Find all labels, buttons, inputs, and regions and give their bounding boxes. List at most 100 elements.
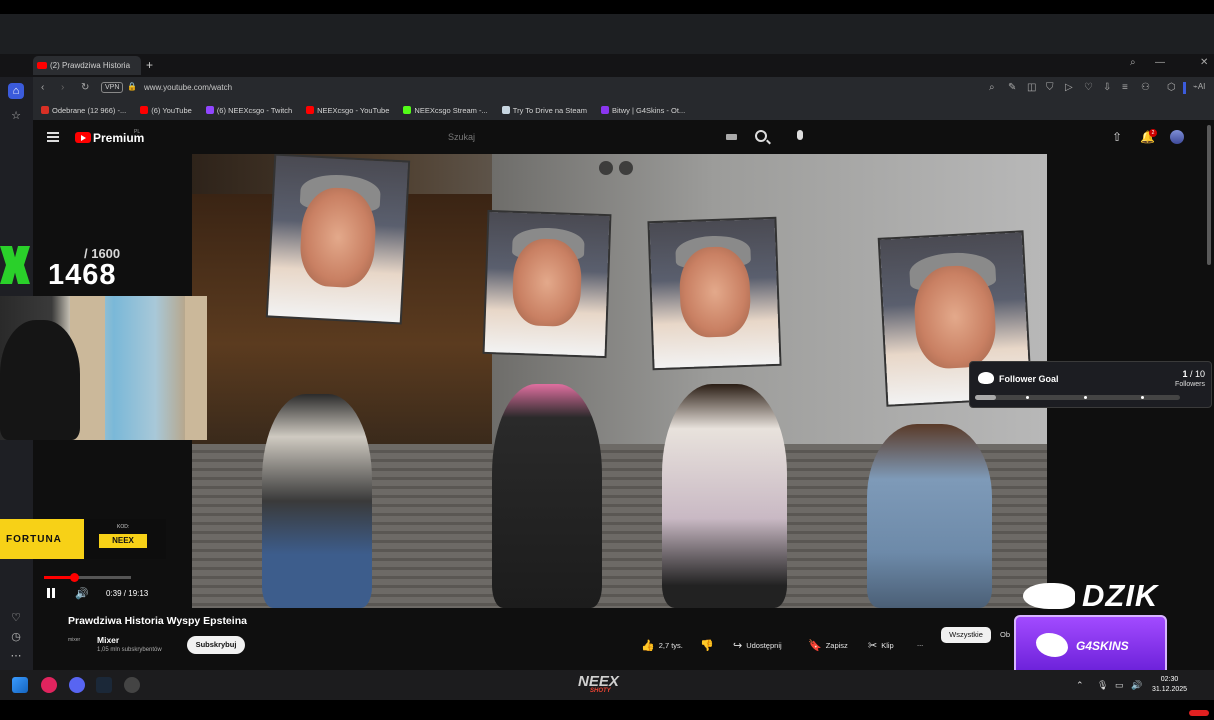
bookmark-icon: 🔖 (808, 640, 822, 652)
webcam-overlay (0, 296, 207, 440)
video-poster-face (511, 238, 583, 328)
fortuna-banner: FORTUNA (0, 519, 84, 559)
dislike-button[interactable]: 👎 (700, 639, 714, 652)
youtube-logo-icon[interactable] (75, 132, 91, 143)
tray-chevron-icon[interactable]: ⌃ (1076, 680, 1084, 691)
like-button[interactable]: 👍 2,7 tys. (641, 639, 683, 652)
wolf-icon (1036, 633, 1068, 657)
share-button[interactable]: ↪ Udostępnij (733, 639, 782, 652)
taskbar-clock[interactable]: 02:30 31.12.2025 (1152, 675, 1187, 695)
heart-icon[interactable]: ♡ (8, 609, 24, 625)
settings-icon[interactable] (124, 677, 140, 693)
menu-icon[interactable]: ≡ (1122, 82, 1128, 93)
dzik-logo: DZIK (1082, 578, 1159, 613)
share-icon: ↪ (733, 640, 743, 652)
close-button[interactable]: ✕ (1200, 57, 1208, 68)
bookmark-item[interactable]: NEEXcsgo Stream -... (403, 105, 488, 115)
play-icon[interactable]: ▷ (1065, 82, 1073, 93)
like-count: 2,7 tys. (658, 641, 683, 650)
history-icon[interactable]: ◷ (8, 628, 24, 644)
search-input[interactable]: Szukaj (440, 128, 743, 146)
microphone-icon[interactable] (797, 130, 803, 140)
save-button[interactable]: 🔖 Zapisz (808, 639, 848, 652)
tab-youtube[interactable]: (2) Prawdziwa Historia (33, 56, 141, 75)
bookmark-item[interactable]: (6) YouTube (140, 106, 192, 115)
search-icon[interactable] (755, 130, 767, 142)
steam-icon[interactable] (96, 677, 112, 693)
bookmark-item[interactable]: Bitwy | G4Skins - Ot... (600, 105, 686, 115)
url-field[interactable]: www.youtube.com/watch (144, 83, 232, 92)
bookmark-item[interactable]: NEEXcsgo - YouTube (306, 106, 389, 115)
boar-logo-icon (1023, 583, 1075, 609)
pin-icon[interactable]: ☆ (8, 107, 24, 123)
ai-label: AI (1197, 82, 1206, 91)
channel-subs: 1,05 mln subskrybentów (97, 647, 162, 653)
hamburger-menu-icon[interactable] (47, 132, 59, 142)
video-person (662, 384, 787, 608)
ai-button[interactable]: ⌁AI (1193, 82, 1205, 91)
shield-icon[interactable]: ⛉ (1046, 82, 1054, 93)
screen: ● ⌂ ☆ ♡ ◷ ⋯ (2) Prawdziwa Historia + ⌕ —… (0, 0, 1214, 720)
video-progress-bar[interactable] (44, 573, 131, 582)
edit-icon[interactable]: ✎ (1008, 82, 1016, 93)
cast-icon[interactable] (619, 161, 633, 175)
avatar[interactable] (1170, 130, 1184, 144)
steam-icon (501, 106, 510, 114)
zoom-icon[interactable]: ⌕ (989, 82, 995, 93)
page-scrollbar[interactable] (1207, 125, 1211, 265)
extension-icon[interactable]: ⬡ (1167, 82, 1176, 93)
miniplayer-icon[interactable] (599, 161, 613, 175)
letterbox-top (0, 0, 1214, 14)
gmail-icon (41, 106, 49, 114)
more-actions-button[interactable]: ... (917, 639, 923, 648)
upload-icon[interactable]: ⇧ (1112, 130, 1122, 144)
thumbs-down-icon: 👎 (700, 640, 714, 652)
video-time: 0:39 / 19:13 (106, 589, 149, 598)
new-tab-button[interactable]: + (146, 58, 153, 72)
pause-icon[interactable] (47, 588, 55, 598)
bookmark-item[interactable]: Odebrane (12 966) -... (41, 106, 126, 115)
bookmark-label: NEEXcsgo Stream -... (414, 105, 488, 115)
letterbox-bottom (0, 700, 1214, 720)
home-icon[interactable]: ⌂ (8, 83, 24, 99)
video-top-controls (599, 161, 633, 175)
heart-outline-icon[interactable]: ♡ (1084, 82, 1093, 93)
frame-band (0, 14, 1214, 54)
minimize-button[interactable]: — (1155, 57, 1165, 68)
kick-heart-icon (978, 372, 994, 384)
video-player[interactable] (192, 154, 1047, 608)
channel-logo[interactable]: mixer (68, 637, 90, 651)
video-person (492, 384, 602, 608)
bookmark-item[interactable]: (6) NEEXcsgo - Twitch (205, 106, 292, 115)
video-progress-knob[interactable] (69, 573, 79, 582)
profile-icon[interactable]: ⚇ (1141, 82, 1150, 93)
speaker-icon[interactable]: 🔊 (1131, 680, 1142, 691)
volume-icon[interactable]: 🔊 (75, 587, 89, 600)
back-icon[interactable]: ‹ (41, 82, 44, 93)
mic-tray-icon[interactable]: 🎙 (1097, 680, 1108, 691)
camera-icon[interactable]: ◫ (1027, 82, 1036, 93)
video-poster (484, 211, 610, 357)
keyboard-icon[interactable] (726, 134, 737, 140)
save-label: Zapisz (825, 641, 848, 650)
network-icon[interactable]: ▭ (1115, 680, 1124, 691)
vpn-badge[interactable]: VPN (101, 82, 124, 93)
subscribe-button[interactable]: Subskrybuj (187, 636, 245, 654)
channel-name[interactable]: Mixer (97, 635, 119, 645)
chip-all[interactable]: Wszystkie (941, 627, 991, 643)
windows-start-icon[interactable] (12, 677, 28, 693)
search-tabs-icon[interactable]: ⌕ (1130, 57, 1136, 68)
clip-button[interactable]: ✂ Klip (868, 639, 894, 652)
download-icon[interactable]: ⇩ (1103, 82, 1111, 93)
opera-icon[interactable] (41, 677, 57, 693)
sidebar-toggle-icon[interactable] (1183, 82, 1186, 94)
video-poster (649, 218, 780, 369)
reload-icon[interactable]: ↻ (81, 82, 89, 93)
youtube-icon (306, 106, 315, 114)
chip-second[interactable]: Ob (1000, 630, 1010, 639)
more-icon[interactable]: ⋯ (8, 647, 24, 663)
bookmark-label: Bitwy | G4Skins - Ot... (611, 105, 686, 115)
bookmark-item[interactable]: Try To Drive na Steam (501, 106, 587, 115)
discord-icon[interactable] (69, 677, 85, 693)
forward-icon[interactable]: › (61, 82, 64, 93)
